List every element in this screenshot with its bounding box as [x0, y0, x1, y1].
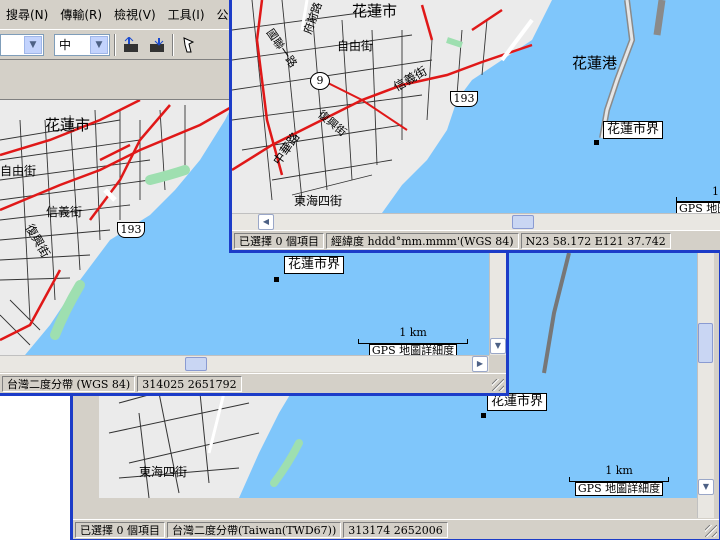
- send-to-device-button[interactable]: [146, 34, 168, 56]
- device-upload-icon: [124, 36, 138, 52]
- scroll-thumb[interactable]: [512, 215, 534, 229]
- scroll-thumb[interactable]: [698, 323, 713, 363]
- scroll-right-button[interactable]: ▶: [472, 356, 488, 372]
- scroll-thumb[interactable]: [185, 357, 207, 371]
- status-selection: 已選擇 0 個項目: [75, 521, 165, 538]
- scroll-down-button[interactable]: ▼: [490, 338, 506, 354]
- status-bar: 已選擇 0 個項目 經緯度 hddd°mm.mmm'(WGS 84) N23 5…: [232, 230, 720, 250]
- boundary-marker: [481, 413, 486, 418]
- harbor-label: 花蓮港: [572, 54, 618, 72]
- boundary-marker: [594, 140, 599, 145]
- status-bar: 已選擇 0 個項目 台灣二度分帶(Taiwan(TWD67)) 313174 2…: [73, 519, 719, 539]
- street-label: 東海四街: [139, 465, 188, 479]
- street-label: 信義街: [46, 205, 83, 219]
- scroll-left-button[interactable]: ◀: [258, 214, 274, 230]
- status-projection: 台灣二度分帶 (WGS 84): [2, 375, 136, 392]
- vertical-scrollbar[interactable]: ▼: [697, 253, 714, 518]
- receive-from-device-button[interactable]: [120, 34, 142, 56]
- chevron-down-icon[interactable]: ▼: [90, 35, 108, 54]
- select-tool-icon: [183, 36, 195, 52]
- scale-caption: GPS 地圖: [676, 202, 720, 213]
- route-shield-9: 9: [310, 72, 330, 90]
- status-projection: 經緯度 hddd°mm.mmm'(WGS 84): [326, 232, 519, 249]
- menu-search[interactable]: 搜尋(N): [0, 6, 54, 23]
- resize-grip[interactable]: [492, 379, 504, 391]
- menu-transfer[interactable]: 傳輸(R): [54, 6, 108, 23]
- city-label: 花蓮市: [45, 116, 91, 134]
- scale-bar: 1 km GPS 地圖詳細度: [569, 465, 669, 496]
- status-bar: 台灣二度分帶 (WGS 84) 314025 2651792: [0, 373, 506, 393]
- street-label: 自由街: [337, 39, 374, 53]
- scale-km-label: 1 km: [399, 326, 427, 339]
- scale-km-label: 1 km: [605, 464, 633, 477]
- street-label: 東海四街: [294, 194, 343, 208]
- city-label: 花蓮市: [352, 2, 398, 20]
- boundary-marker: [274, 277, 279, 282]
- boundary-label: 花蓮市界: [603, 121, 664, 139]
- chevron-down-icon[interactable]: ▼: [24, 35, 42, 54]
- horizontal-scrollbar[interactable]: ◀: [232, 213, 720, 230]
- menu-tools[interactable]: 工具(I): [162, 6, 211, 23]
- map-window-front: 花蓮市 自由街 信義街 國聯一路 東海四街 中華路 復興街 府前路 花蓮港 9 …: [229, 0, 720, 253]
- status-projection: 台灣二度分帶(Taiwan(TWD67)): [167, 521, 342, 538]
- toolbar-separator: [114, 33, 116, 56]
- menu-view[interactable]: 檢視(V): [108, 6, 162, 23]
- status-selection: 已選擇 0 個項目: [234, 232, 324, 249]
- map-style-select[interactable]: ▼: [0, 33, 44, 56]
- scale-bar-partial: 1 k GPS 地圖: [676, 185, 720, 213]
- toolbar-separator: [172, 33, 174, 56]
- route-shield-193: 193: [117, 222, 145, 238]
- scale-bar: 1 km GPS 地圖詳細度: [358, 327, 468, 355]
- select-tool-button[interactable]: [178, 34, 200, 56]
- scale-caption: GPS 地圖詳細度: [574, 482, 664, 496]
- map-view-front[interactable]: 花蓮市 自由街 信義街 國聯一路 東海四街 中華路 復興街 府前路 花蓮港 9 …: [232, 0, 720, 213]
- detail-level-value: 中: [59, 38, 72, 52]
- status-coordinates: N23 58.172 E121 37.742: [520, 232, 671, 249]
- scale-km-label: 1 k: [712, 185, 720, 198]
- device-download-icon: [150, 37, 164, 52]
- status-coordinates: 313174 2652006: [343, 521, 448, 538]
- route-shield-193: 193: [450, 91, 478, 107]
- boundary-label: 花蓮市界: [284, 256, 345, 274]
- horizontal-scrollbar[interactable]: ▶: [0, 355, 489, 372]
- status-coordinates: 314025 2651792: [137, 375, 242, 392]
- detail-level-select[interactable]: 中 ▼: [54, 33, 110, 56]
- street-label: 自由街: [0, 164, 37, 178]
- resize-grip[interactable]: [705, 525, 717, 537]
- scroll-down-button[interactable]: ▼: [698, 479, 714, 495]
- scale-caption: GPS 地圖詳細度: [368, 344, 458, 355]
